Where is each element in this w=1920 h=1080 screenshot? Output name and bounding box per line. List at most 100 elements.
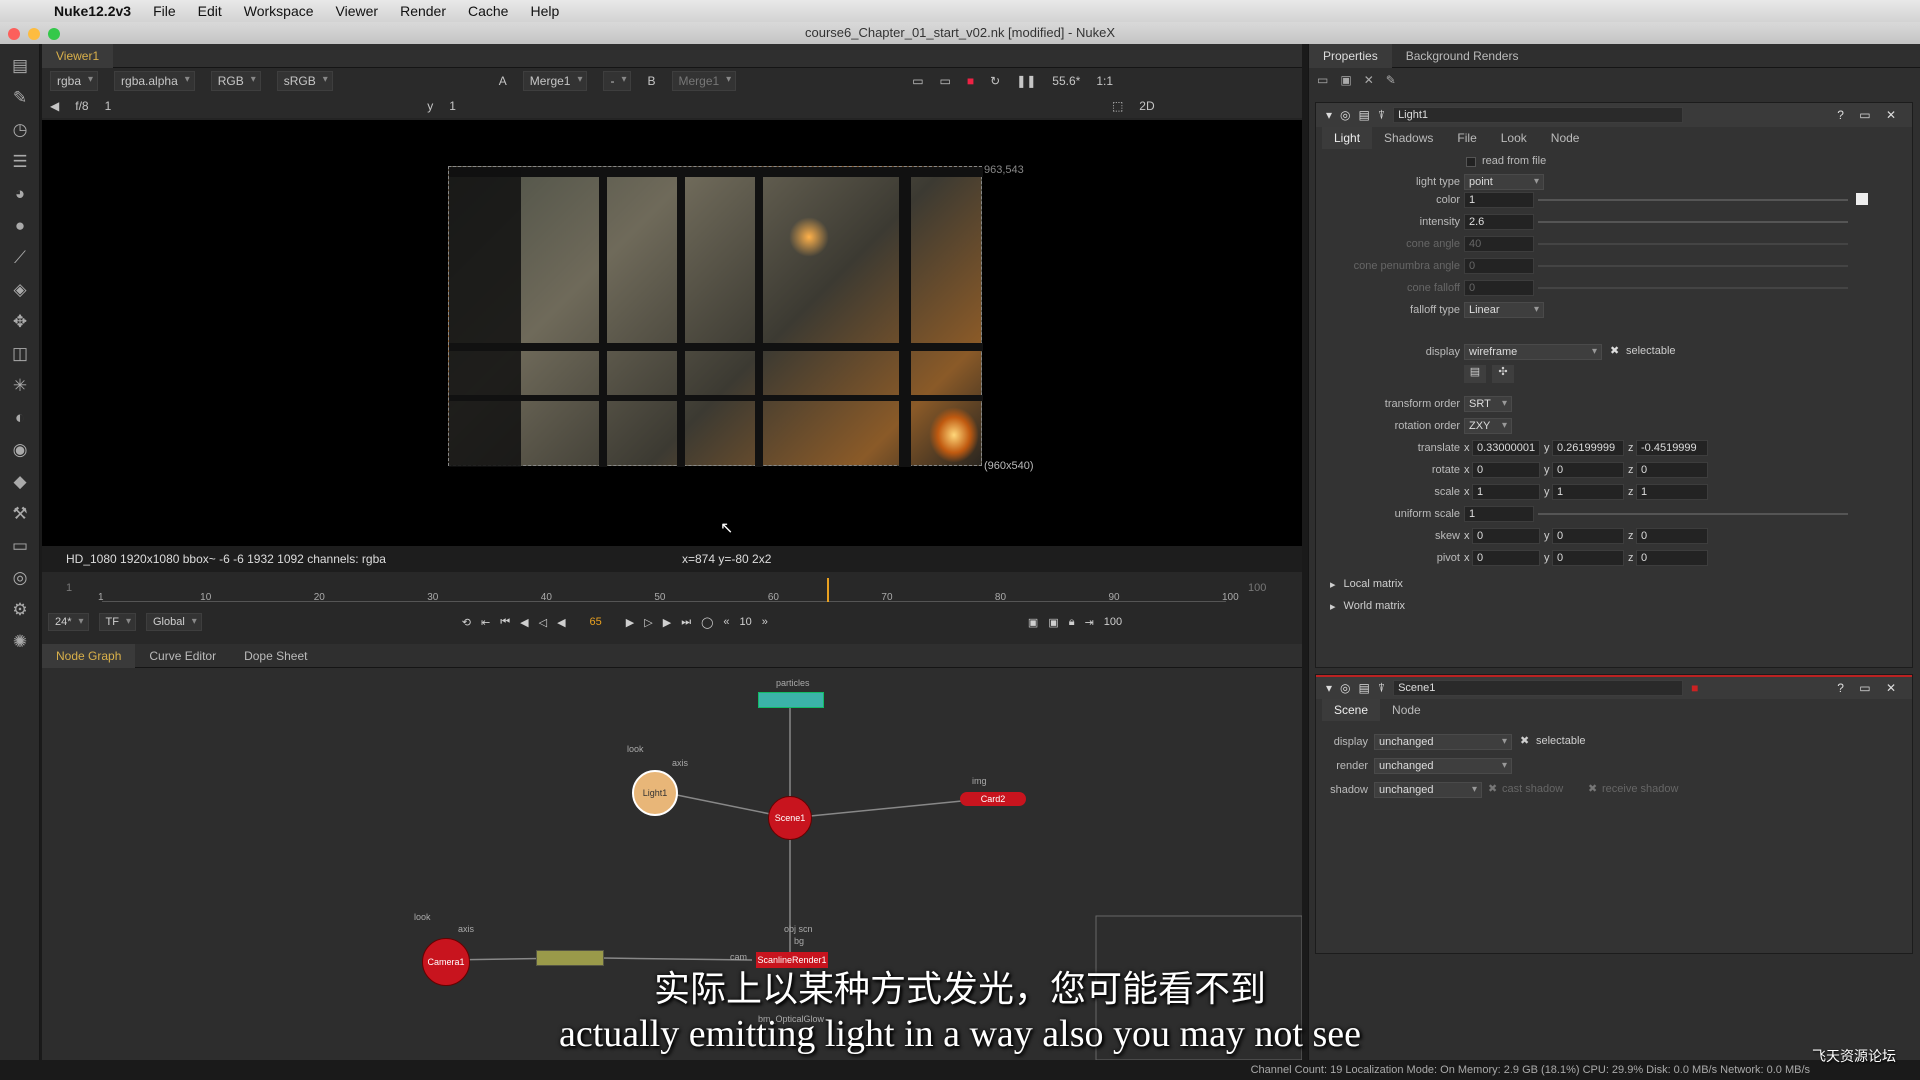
- tab-dope-sheet[interactable]: Dope Sheet: [230, 644, 321, 668]
- next-keyframe-icon[interactable]: ▶: [663, 616, 671, 629]
- end-frame-field[interactable]: 100: [1104, 616, 1122, 628]
- disabled-node[interactable]: [536, 950, 604, 966]
- fstop-label[interactable]: f/8: [75, 99, 88, 113]
- frame-prev-icon[interactable]: ◀: [50, 99, 59, 113]
- collapse-icon[interactable]: ▾: [1326, 108, 1332, 122]
- step-back-icon[interactable]: «: [723, 616, 729, 628]
- scene-display-dropdown[interactable]: unchanged: [1374, 734, 1512, 750]
- cone-angle-slider[interactable]: [1538, 243, 1848, 245]
- lock-bin-icon[interactable]: ▣: [1340, 73, 1351, 87]
- max-panels-icon[interactable]: ▭: [1317, 73, 1328, 87]
- light-type-dropdown[interactable]: point: [1464, 174, 1544, 190]
- pivot-x-field[interactable]: 0: [1472, 550, 1540, 566]
- nuke-logo-icon[interactable]: ✺: [8, 630, 32, 654]
- zoom-window-button[interactable]: [48, 28, 60, 40]
- zoom-readout[interactable]: 55.6*: [1052, 74, 1080, 88]
- uniform-scale-slider[interactable]: [1538, 513, 1848, 515]
- views-icon[interactable]: ◉: [8, 438, 32, 462]
- other-icon[interactable]: ▭: [8, 534, 32, 558]
- composite-op-dropdown[interactable]: -: [603, 71, 632, 91]
- lut-dropdown[interactable]: sRGB: [276, 71, 333, 91]
- translate-y-field[interactable]: 0.26199999: [1552, 440, 1624, 456]
- range-dropdown[interactable]: Global: [145, 613, 202, 631]
- metadata-icon[interactable]: ◆: [8, 470, 32, 494]
- flipbook-icon[interactable]: ▣: [1028, 616, 1038, 629]
- node-color-icon[interactable]: ◎: [1340, 681, 1350, 695]
- translate-z-field[interactable]: -0.4519999: [1636, 440, 1708, 456]
- render-icon[interactable]: ▣: [1048, 616, 1058, 629]
- scene-selectable-checkbox[interactable]: ✖: [1520, 734, 1529, 747]
- help-icon[interactable]: ⍒: [1378, 681, 1385, 696]
- timeline-end[interactable]: 100: [1248, 582, 1266, 594]
- tile-color-icon[interactable]: ■: [1691, 681, 1698, 695]
- scanlinerender1-node[interactable]: ScanlineRender1: [756, 952, 828, 968]
- display-dropdown[interactable]: wireframe: [1464, 344, 1602, 360]
- panel-close-icon[interactable]: ? ▭ ✕: [1837, 108, 1902, 122]
- pencil-icon[interactable]: ✎: [1386, 73, 1396, 87]
- tab-background-renders[interactable]: Background Renders: [1392, 44, 1533, 68]
- frame-ruler[interactable]: 1 10 20 30 40 50 60 70 80 90 100: [98, 578, 1239, 603]
- menu-workspace[interactable]: Workspace: [244, 3, 314, 19]
- rotate-x-field[interactable]: 0: [1472, 462, 1540, 478]
- scene-shadow-dropdown[interactable]: unchanged: [1374, 782, 1482, 798]
- minimize-window-button[interactable]: [28, 28, 40, 40]
- app-name[interactable]: Nuke12.2v3: [54, 3, 131, 19]
- color-field[interactable]: 1: [1464, 192, 1534, 208]
- fps-dropdown[interactable]: 24*: [48, 613, 89, 631]
- cone-falloff-field[interactable]: 0: [1464, 280, 1534, 296]
- tab-look[interactable]: Look: [1489, 127, 1539, 149]
- draw-icon[interactable]: ✎: [8, 86, 32, 110]
- menu-render[interactable]: Render: [400, 3, 446, 19]
- collapse-icon[interactable]: ▾: [1326, 681, 1332, 695]
- color-swatch[interactable]: [1856, 193, 1868, 205]
- cone-penumbra-field[interactable]: 0: [1464, 258, 1534, 274]
- toolsets-icon[interactable]: ⚒: [8, 502, 32, 526]
- particles-icon[interactable]: ✳: [8, 374, 32, 398]
- channels-dropdown[interactable]: rgba: [50, 71, 99, 91]
- display-channel-dropdown[interactable]: RGB: [210, 71, 261, 91]
- keyer-icon[interactable]: ⟋: [8, 246, 32, 270]
- stop-icon[interactable]: ◯: [701, 616, 713, 629]
- rotation-order-dropdown[interactable]: ZXY: [1464, 418, 1512, 434]
- world-matrix-toggle[interactable]: ▸ World matrix: [1330, 597, 1405, 615]
- cone-penumbra-slider[interactable]: [1538, 265, 1848, 267]
- help-icon[interactable]: ⍒: [1378, 108, 1385, 123]
- tab-scene[interactable]: Scene: [1322, 699, 1381, 721]
- channel-icon[interactable]: ☰: [8, 150, 32, 174]
- a-input-dropdown[interactable]: Merge1: [522, 71, 588, 91]
- roi-icon[interactable]: ⬚: [1112, 99, 1123, 113]
- tab-node[interactable]: Node: [1380, 699, 1433, 721]
- prev-frame-icon[interactable]: ◁: [539, 616, 547, 629]
- fstop-value[interactable]: 1: [105, 99, 112, 113]
- merge-icon[interactable]: ◈: [8, 278, 32, 302]
- scale-x-field[interactable]: 1: [1472, 484, 1540, 500]
- light1-node[interactable]: Light1: [632, 770, 678, 816]
- pivot-y-field[interactable]: 0: [1552, 550, 1624, 566]
- scale-z-field[interactable]: 1: [1636, 484, 1708, 500]
- 3d-icon[interactable]: ◫: [8, 342, 32, 366]
- apple-icon[interactable]: [18, 3, 38, 19]
- light1-name-field[interactable]: Light1: [1393, 107, 1684, 123]
- clear-bin-icon[interactable]: ✕: [1364, 73, 1374, 87]
- first-frame-icon[interactable]: ⏮: [500, 616, 510, 629]
- out-point-icon[interactable]: ⇥: [1085, 616, 1094, 629]
- tab-node-graph[interactable]: Node Graph: [42, 643, 136, 668]
- proxy-icon[interactable]: ▭: [940, 74, 951, 88]
- particles-node[interactable]: [758, 692, 824, 708]
- viewer-canvas[interactable]: 963,543 (960x540) ↖: [42, 120, 1302, 546]
- rotate-z-field[interactable]: 0: [1636, 462, 1708, 478]
- play-forward-icon[interactable]: ▶: [626, 616, 634, 629]
- scale-y-field[interactable]: 1: [1552, 484, 1624, 500]
- transform-order-dropdown[interactable]: SRT: [1464, 396, 1512, 412]
- cone-angle-field[interactable]: 40: [1464, 236, 1534, 252]
- receive-shadow-checkbox[interactable]: ✖: [1588, 782, 1597, 795]
- filter-icon[interactable]: ●: [8, 214, 32, 238]
- rename-icon[interactable]: ▤: [1359, 108, 1370, 122]
- tab-file[interactable]: File: [1445, 127, 1488, 149]
- intensity-slider[interactable]: [1538, 221, 1848, 223]
- next-frame-icon[interactable]: ▷: [644, 616, 652, 629]
- pivot-z-field[interactable]: 0: [1636, 550, 1708, 566]
- image-icon[interactable]: ▤: [8, 54, 32, 78]
- lock-icon[interactable]: 🔒︎: [1069, 616, 1075, 629]
- color-icon[interactable]: ◕: [8, 182, 32, 206]
